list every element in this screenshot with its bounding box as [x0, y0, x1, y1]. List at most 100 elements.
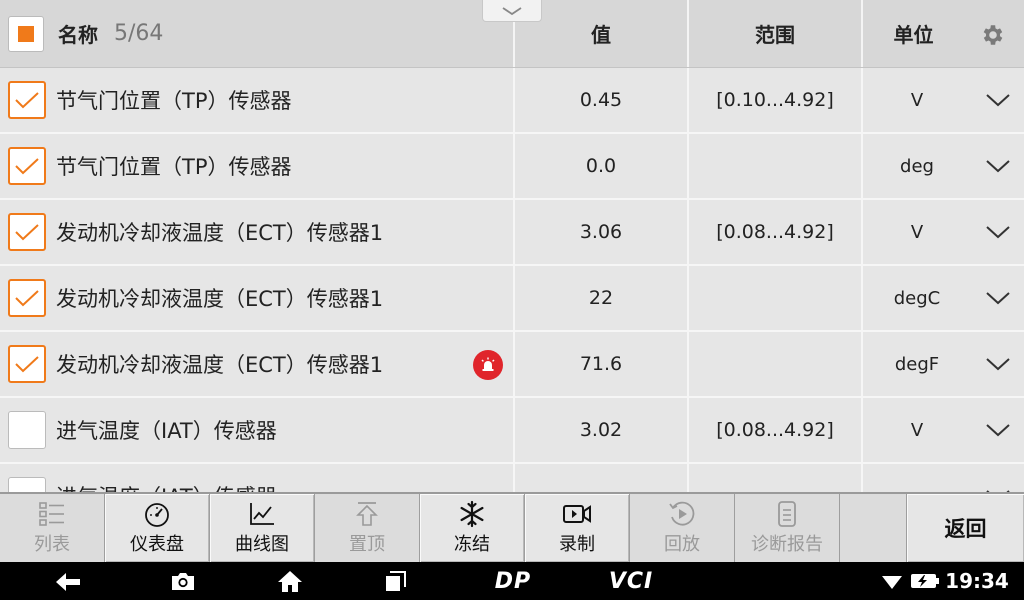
partial-select-icon — [18, 25, 34, 42]
row-name-cell: 节气门位置（TP）传感器 — [0, 68, 513, 132]
row-name-cell: 发动机冷却液温度（ECT）传感器1 — [0, 332, 513, 396]
row-checkbox[interactable] — [8, 213, 46, 251]
record-label: 录制 — [559, 534, 595, 555]
check-icon — [15, 158, 39, 175]
row-name-cell: 发动机冷却液温度（ECT）传感器1 — [0, 200, 513, 264]
row-range-cell: [0.08...4.92] — [687, 398, 861, 462]
camera-icon — [172, 573, 194, 590]
table-row[interactable]: 进气温度（IAT）传感器 — [0, 464, 1024, 492]
clock: 19:34 — [944, 562, 1010, 600]
unit-dropdown[interactable] — [971, 200, 1024, 264]
header-unit-label: 单位 — [893, 23, 934, 47]
video-camera-icon — [563, 505, 591, 523]
row-range-cell — [687, 464, 861, 492]
pin-top-label: 置顶 — [349, 534, 385, 555]
line-chart-icon — [250, 503, 274, 525]
table-row[interactable]: 节气门位置（TP）传感器 0.0 deg — [0, 134, 1024, 200]
back-button[interactable]: 返回 — [907, 494, 1024, 562]
selected-count: 5/64 — [114, 21, 164, 46]
unit-dropdown[interactable] — [971, 68, 1024, 132]
row-name-cell: 进气温度（IAT）传感器 — [0, 398, 513, 462]
row-value: 3.02 — [579, 419, 623, 441]
check-icon — [15, 290, 39, 307]
siren-icon — [481, 357, 495, 371]
toolbar-spacer — [840, 494, 907, 562]
row-unit: degF — [894, 353, 940, 375]
check-icon — [15, 92, 39, 109]
row-unit: V — [910, 419, 924, 441]
select-all-checkbox[interactable] — [8, 15, 44, 52]
row-checkbox[interactable] — [8, 147, 46, 185]
table-row[interactable]: 发动机冷却液温度（ECT）传感器1 3.06 [0.08...4.92] V — [0, 200, 1024, 266]
screenshot-button[interactable] — [163, 562, 203, 600]
gear-icon[interactable] — [980, 22, 1006, 48]
row-unit: V — [910, 221, 924, 243]
playback-label: 回放 — [664, 534, 700, 555]
graph-button[interactable]: 曲线图 — [210, 494, 315, 562]
row-checkbox[interactable] — [8, 279, 46, 317]
row-checkbox[interactable] — [8, 345, 46, 383]
row-value: 22 — [588, 287, 614, 309]
unit-dropdown[interactable] — [971, 398, 1024, 462]
row-checkbox[interactable] — [8, 411, 46, 449]
table-row[interactable]: 发动机冷却液温度（ECT）传感器1 71.6 degF — [0, 332, 1024, 398]
record-button[interactable]: 录制 — [525, 494, 630, 562]
table-row[interactable]: 节气门位置（TP）传感器 0.45 [0.10...4.92] V — [0, 68, 1024, 134]
replay-icon — [669, 501, 695, 526]
row-name: 进气温度（IAT）传感器 — [56, 419, 277, 443]
alarm-icon[interactable] — [473, 350, 503, 380]
list-label: 列表 — [34, 534, 70, 555]
datastream-list[interactable]: 节气门位置（TP）传感器 0.45 [0.10...4.92] V 节气门位置（… — [0, 68, 1024, 492]
chevron-down-icon — [985, 94, 1010, 107]
row-name: 节气门位置（TP）传感器 — [56, 155, 292, 179]
row-value-cell: 3.02 — [513, 398, 687, 462]
collapse-panel-tab[interactable] — [482, 0, 542, 22]
chevron-down-icon — [985, 292, 1010, 305]
row-name: 发动机冷却液温度（ECT）传感器1 — [56, 287, 384, 311]
row-value: 0.45 — [579, 89, 623, 111]
vci-button[interactable]: VCI — [596, 562, 666, 600]
datastream-screen: 名称 5/64 值 范围 单位 节气门位置（TP）传感器 0.45 [0.10.… — [0, 0, 1024, 600]
row-range: [0.08...4.92] — [716, 419, 834, 441]
report-button[interactable]: 诊断报告 — [735, 494, 840, 562]
header-value-label: 值 — [591, 23, 611, 47]
row-unit: degC — [893, 287, 941, 309]
row-value-cell: 22 — [513, 266, 687, 330]
row-value-cell — [513, 464, 687, 492]
row-name: 发动机冷却液温度（ECT）传感器1 — [56, 353, 384, 377]
row-unit-cell: V — [861, 68, 971, 132]
playback-button[interactable]: 回放 — [630, 494, 735, 562]
dashboard-button[interactable]: 仪表盘 — [105, 494, 210, 562]
unit-dropdown[interactable] — [971, 134, 1024, 198]
chevron-down-icon — [985, 358, 1010, 371]
row-unit-cell: degC — [861, 266, 971, 330]
freeze-button[interactable]: 冻结 — [420, 494, 525, 562]
pin-top-icon — [356, 502, 378, 526]
row-unit-cell: degF — [861, 332, 971, 396]
list-button[interactable]: 列表 — [0, 494, 105, 562]
home-button[interactable] — [270, 562, 310, 600]
dashboard-label: 仪表盘 — [130, 534, 184, 555]
table-row[interactable]: 进气温度（IAT）传感器 3.02 [0.08...4.92] V — [0, 398, 1024, 464]
table-row[interactable]: 发动机冷却液温度（ECT）传感器1 22 degC — [0, 266, 1024, 332]
unit-dropdown[interactable] — [971, 332, 1024, 396]
chevron-down-icon — [985, 226, 1010, 239]
chevron-down-icon — [985, 160, 1010, 173]
report-icon — [778, 501, 796, 527]
back-arrow-icon — [56, 573, 80, 591]
row-name: 节气门位置（TP）传感器 — [56, 89, 292, 113]
pin-top-button[interactable]: 置顶 — [315, 494, 420, 562]
bottom-toolbar: 列表 仪表盘 曲线图 置顶 冻结 录制 回放 诊断报告 返回 — [0, 492, 1024, 562]
dp-app-button[interactable]: DP — [478, 562, 548, 600]
row-unit-cell: V — [861, 200, 971, 264]
row-unit-cell: V — [861, 398, 971, 462]
row-checkbox[interactable] — [8, 81, 46, 119]
row-name: 发动机冷却液温度（ECT）传感器1 — [56, 221, 384, 245]
recent-apps-button[interactable] — [376, 562, 416, 600]
row-value: 3.06 — [579, 221, 623, 243]
unit-dropdown[interactable] — [971, 464, 1024, 492]
freeze-label: 冻结 — [454, 534, 490, 555]
nav-back-button[interactable] — [48, 562, 88, 600]
row-checkbox[interactable] — [8, 477, 46, 492]
unit-dropdown[interactable] — [971, 266, 1024, 330]
